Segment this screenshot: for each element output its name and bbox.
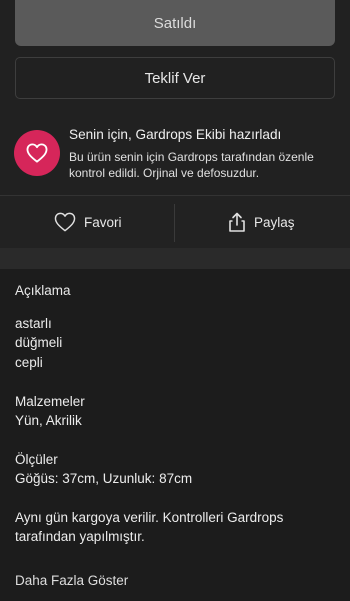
description-line: Göğüs: 37cm, Uzunluk: 87cm <box>15 471 193 487</box>
share-button[interactable]: Paylaş <box>228 196 295 248</box>
description-line: astarlı <box>15 316 52 331</box>
description-line <box>15 372 335 391</box>
description-line: tarafından yapılmıştır. <box>15 529 145 545</box>
description-line: Malzemeler <box>15 393 85 409</box>
favorite-button[interactable]: Favori <box>54 196 122 248</box>
heart-outline-icon <box>54 212 76 232</box>
description-body: astarlı düğmeli cepli Malzemeler Yün, Ak… <box>15 314 335 547</box>
share-icon <box>229 212 245 232</box>
favorite-label: Favori <box>84 214 122 230</box>
curated-description: Bu ürün senin için Gardrops tarafından ö… <box>69 150 314 180</box>
description-heading: Açıklama <box>15 283 71 298</box>
description-line: Ölçüler <box>15 451 58 467</box>
description-line <box>15 489 335 508</box>
action-bar: Favori Paylaş <box>0 196 350 248</box>
purchase-panel: Satıldı Teklif Ver Senin için, Gardrops … <box>0 0 350 195</box>
sold-button[interactable]: Satıldı <box>15 0 335 46</box>
description-line: Yün, Akrilik <box>15 413 82 429</box>
heart-icon <box>26 143 48 163</box>
share-label: Paylaş <box>254 214 295 230</box>
action-separator <box>174 204 175 242</box>
description-line: cepli <box>15 354 43 370</box>
description-line: Aynı gün kargoya verilir. Kontrolleri Ga… <box>15 510 284 526</box>
curated-badge <box>14 130 60 176</box>
show-more-link[interactable]: Daha Fazla Göster <box>15 573 128 588</box>
make-offer-button[interactable]: Teklif Ver <box>15 57 335 99</box>
description-line <box>15 430 335 449</box>
section-gap <box>0 248 350 269</box>
curated-title: Senin için, Gardrops Ekibi hazırladı <box>69 127 282 142</box>
description-line: düğmeli <box>15 335 63 351</box>
